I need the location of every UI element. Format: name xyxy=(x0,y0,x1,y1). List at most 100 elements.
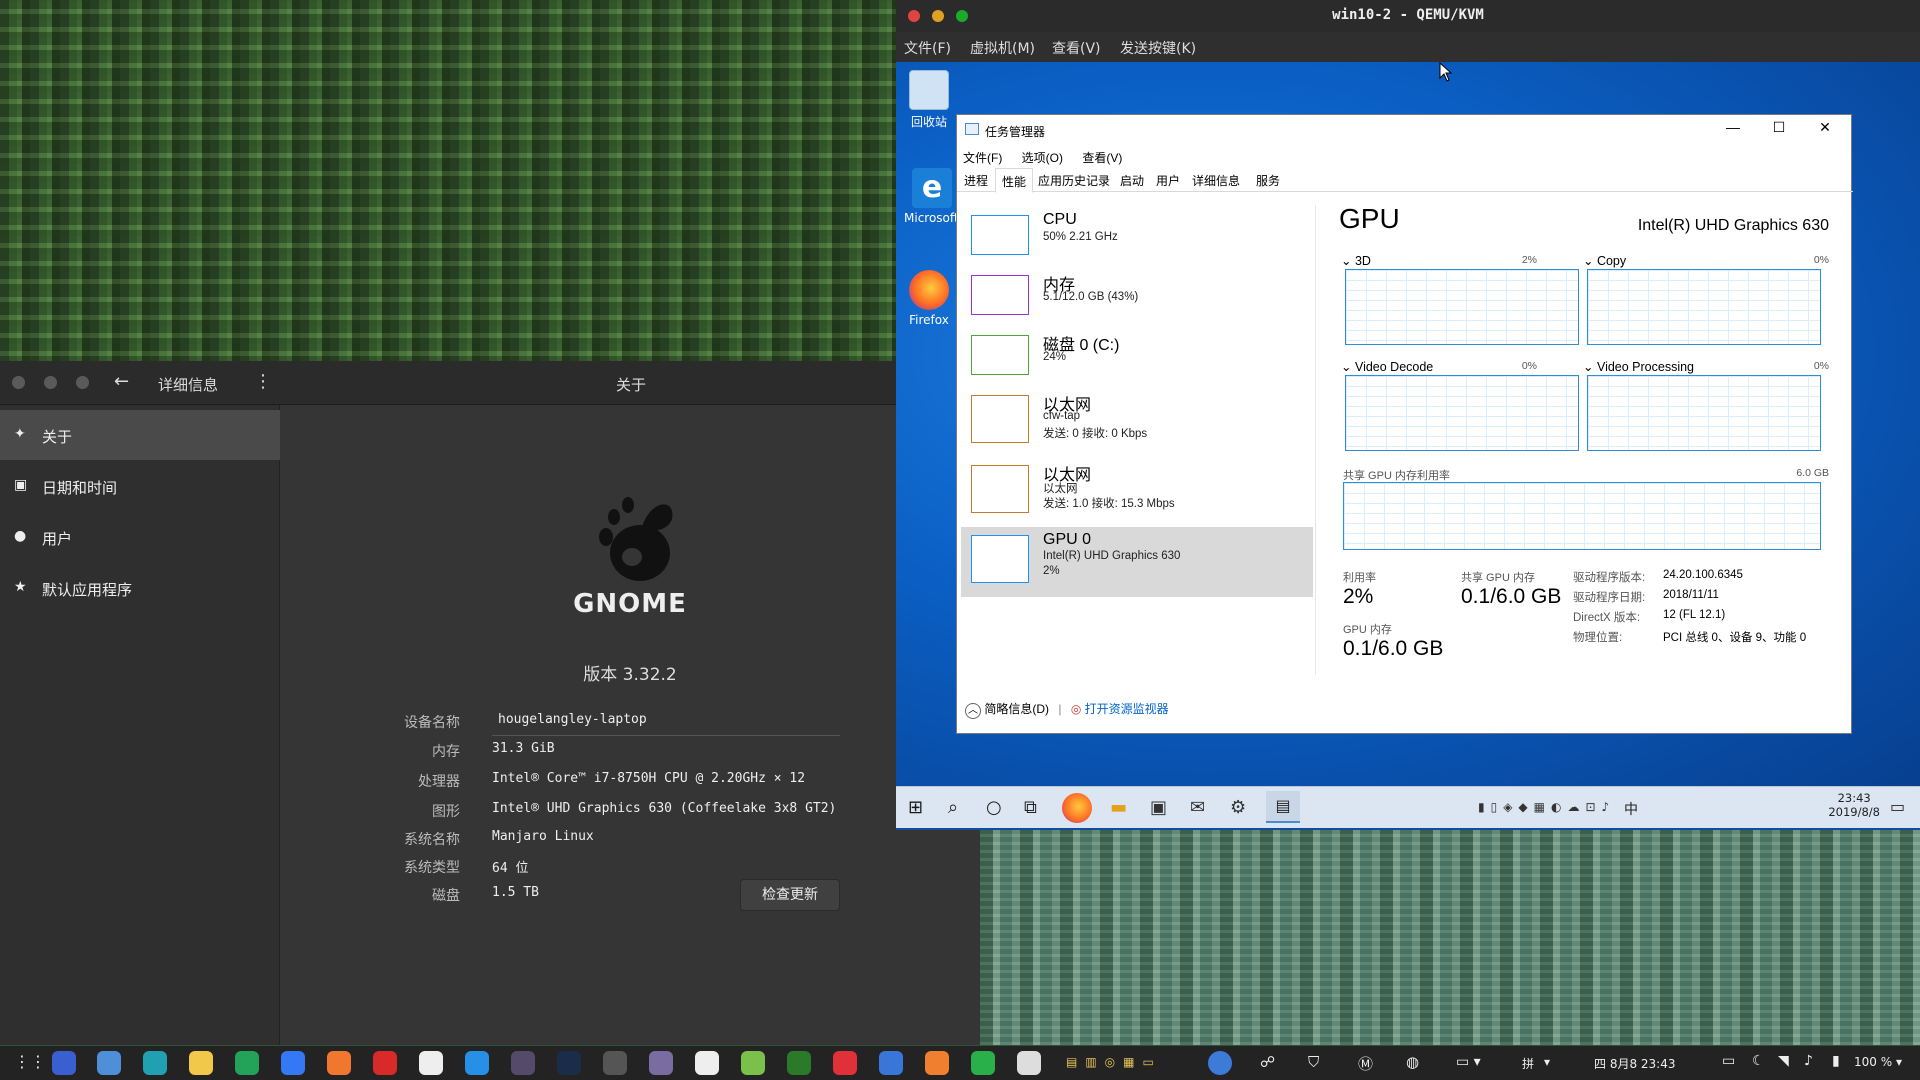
detail-value: Intel® UHD Graphics 630 (Coffeelake 3x8 … xyxy=(492,801,837,816)
battery-icon[interactable]: ▮ xyxy=(1832,1053,1840,1069)
app-launcher-icon[interactable] xyxy=(52,1051,76,1075)
search-icon[interactable]: ⌕ xyxy=(948,797,958,818)
engine-video-decode-label[interactable]: ⌄ Video Decode xyxy=(1341,359,1433,374)
sidebar-item-datetime[interactable]: ▣ 日期和时间 xyxy=(0,461,280,511)
chevron-down-icon[interactable]: ▾ xyxy=(1896,1055,1902,1069)
engine-3d-label[interactable]: ⌄ 3D xyxy=(1341,253,1371,268)
minimize-icon[interactable]: — xyxy=(1713,119,1753,135)
menu-file[interactable]: 文件(F) xyxy=(904,38,951,58)
close-icon[interactable]: ✕ xyxy=(1805,119,1845,136)
notification-icon[interactable]: ▭ xyxy=(1890,797,1905,816)
night-light-icon[interactable]: ☾ xyxy=(1752,1053,1765,1069)
qemu-titlebar: win10-2 - QEMU/KVM xyxy=(896,0,1920,32)
volume-percent: 100 % xyxy=(1854,1055,1893,1069)
music-icon[interactable] xyxy=(327,1051,351,1075)
spreadsheet-icon[interactable] xyxy=(971,1051,995,1075)
ime-indicator[interactable]: 中 xyxy=(1624,799,1638,819)
terminal-icon[interactable] xyxy=(143,1051,167,1075)
sidebar-item-about[interactable]: ✦ 关于 xyxy=(0,410,280,460)
display-icon[interactable]: ▭ xyxy=(1722,1053,1735,1069)
tm-menu-options[interactable]: 选项(O) xyxy=(1022,151,1063,165)
cortana-icon[interactable]: ○ xyxy=(986,797,1002,818)
firefox-icon[interactable] xyxy=(1062,793,1092,823)
recycle-bin-shortcut[interactable]: 回收站 xyxy=(904,70,954,130)
signal-icon[interactable]: ☍ xyxy=(1260,1053,1275,1071)
mail-icon[interactable]: ✉ xyxy=(1190,797,1205,818)
app-icon[interactable] xyxy=(787,1051,811,1075)
lock-app-icon[interactable] xyxy=(465,1051,489,1075)
tab-services[interactable]: 服务 xyxy=(1253,172,1283,189)
tm-menu-file[interactable]: 文件(F) xyxy=(963,151,1002,165)
search-app-icon[interactable] xyxy=(1017,1051,1041,1075)
messenger-icon[interactable] xyxy=(281,1051,305,1075)
engine-video-processing-label[interactable]: ⌄ Video Processing xyxy=(1583,359,1694,374)
m-icon[interactable]: Ⓜ xyxy=(1358,1053,1373,1074)
shield-icon[interactable]: ⛉ xyxy=(1308,1053,1319,1071)
gimp-icon[interactable] xyxy=(419,1051,443,1075)
perf-thumbnail xyxy=(971,465,1029,513)
host-clock[interactable]: 四 8月8 23:43 xyxy=(1594,1055,1675,1072)
maximize-icon[interactable]: ☐ xyxy=(1759,119,1799,136)
perf-item-gpu[interactable]: GPU 0 Intel(R) UHD Graphics 630 2% xyxy=(961,527,1313,597)
tab-users[interactable]: 用户 xyxy=(1153,172,1183,189)
vscode-icon[interactable] xyxy=(557,1051,581,1075)
tab-performance[interactable]: 性能 xyxy=(995,168,1034,193)
palette-icon[interactable]: ◍ xyxy=(1406,1053,1419,1071)
browser-icon[interactable] xyxy=(1208,1051,1232,1075)
perf-thumbnail xyxy=(971,335,1029,375)
tab-processes[interactable]: 进程 xyxy=(961,172,991,189)
device-name-field[interactable]: hougelangley-laptop xyxy=(492,706,840,736)
clock[interactable]: 23:43 2019/8/8 xyxy=(1828,791,1880,819)
notes-icon[interactable] xyxy=(189,1051,213,1075)
minimize-dot[interactable] xyxy=(44,376,57,389)
perf-item-name: GPU 0 xyxy=(1043,531,1092,548)
pdf-icon[interactable] xyxy=(833,1051,857,1075)
clipboard-icon[interactable]: ▭ ▾ xyxy=(1456,1054,1481,1070)
engine-copy-label[interactable]: ⌄ Copy xyxy=(1583,253,1626,268)
perf-item-ethernet-2[interactable]: 以太网 以太网 发送: 1.0 接收: 15.3 Mbps xyxy=(961,457,1313,527)
document-icon[interactable] xyxy=(695,1051,719,1075)
firefox-shortcut[interactable]: Firefox xyxy=(904,270,954,327)
driver-version-label: 驱动程序版本: xyxy=(1573,572,1646,584)
presentation-icon[interactable] xyxy=(925,1051,949,1075)
workspace-indicators-icon[interactable]: ▤▥◎▦▭ xyxy=(1066,1055,1162,1069)
virt-manager-icon[interactable] xyxy=(511,1051,535,1075)
task-view-icon[interactable]: ⧉ xyxy=(1024,797,1037,818)
perf-item-ethernet-1[interactable]: 以太网 cfw-tap 发送: 0 接收: 0 Kbps xyxy=(961,387,1313,457)
fewer-details-button[interactable]: ︿ 简略信息(D) xyxy=(965,702,1052,719)
wifi-icon[interactable]: ◥ xyxy=(1778,1053,1789,1069)
menu-vm[interactable]: 虚拟机(M) xyxy=(970,38,1035,58)
windows-start-icon[interactable]: ⊞ xyxy=(908,797,923,818)
task-manager-taskbar-icon[interactable]: ▤ xyxy=(1266,791,1300,823)
sidebar-item-users[interactable]: ● 用户 xyxy=(0,512,280,562)
settings-gear-icon[interactable]: ⚙ xyxy=(1230,797,1246,818)
tm-menu-view[interactable]: 查看(V) xyxy=(1082,151,1122,165)
close-dot[interactable] xyxy=(12,376,25,389)
steam-icon[interactable] xyxy=(603,1051,627,1075)
volume-icon[interactable]: ♪ xyxy=(1804,1053,1813,1069)
writer-icon[interactable] xyxy=(879,1051,903,1075)
file-explorer-icon[interactable]: ▬ xyxy=(1110,797,1127,818)
edge-shortcut[interactable]: e Microsoft Edge xyxy=(904,168,960,225)
store-icon[interactable]: ▣ xyxy=(1150,797,1167,818)
system-tray-icons[interactable]: ▮▯◈◆▦◐☁⊡♪ xyxy=(1478,800,1615,814)
menu-send-key[interactable]: 发送按键(K) xyxy=(1120,38,1196,58)
tab-details[interactable]: 详细信息 xyxy=(1189,172,1243,189)
menu-dots-icon[interactable]: ⋮ xyxy=(254,371,272,392)
maximize-dot[interactable] xyxy=(76,376,89,389)
netease-music-icon[interactable] xyxy=(373,1051,397,1075)
open-resource-monitor-link[interactable]: ◎ 打开资源监视器 xyxy=(1071,702,1169,716)
back-arrow-icon[interactable]: ← xyxy=(114,371,129,392)
files-icon[interactable] xyxy=(97,1051,121,1075)
chevron-down-icon[interactable]: ▾ xyxy=(1544,1055,1550,1069)
menu-view[interactable]: 查看(V) xyxy=(1052,38,1101,58)
telegram-icon[interactable] xyxy=(235,1051,259,1075)
check-updates-button[interactable]: 检查更新 xyxy=(740,879,840,911)
input-method[interactable]: 拼 xyxy=(1522,1055,1534,1072)
shared-memory-graph xyxy=(1343,482,1821,550)
app-icon[interactable] xyxy=(649,1051,673,1075)
tab-app-history[interactable]: 应用历史记录 xyxy=(1035,172,1113,189)
sidebar-item-default-apps[interactable]: ★ 默认应用程序 xyxy=(0,563,280,613)
tab-startup[interactable]: 启动 xyxy=(1117,172,1147,189)
maps-icon[interactable] xyxy=(741,1051,765,1075)
